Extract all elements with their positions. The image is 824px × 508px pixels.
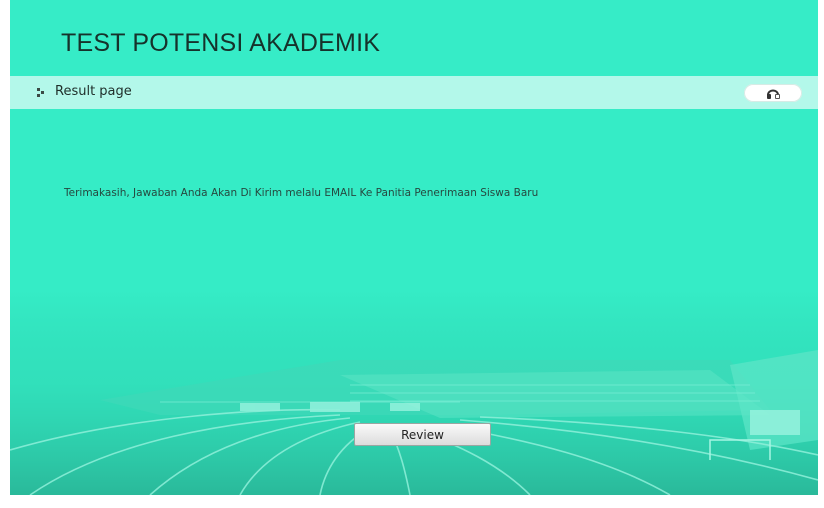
review-button[interactable]: Review xyxy=(354,423,491,446)
expand-icon xyxy=(37,88,44,97)
app-window: TEST POTENSI AKADEMIK Result page Terima… xyxy=(10,0,818,495)
header: TEST POTENSI AKADEMIK xyxy=(10,0,818,76)
section-label: Result page xyxy=(55,84,132,99)
result-message: Terimakasih, Jawaban Anda Akan Di Kirim … xyxy=(64,187,539,199)
toolbar: Result page xyxy=(10,76,818,109)
page-title: TEST POTENSI AKADEMIK xyxy=(61,29,381,57)
headset-icon xyxy=(767,89,780,99)
headset-button[interactable] xyxy=(744,84,802,102)
stadium-background-image xyxy=(10,290,818,495)
